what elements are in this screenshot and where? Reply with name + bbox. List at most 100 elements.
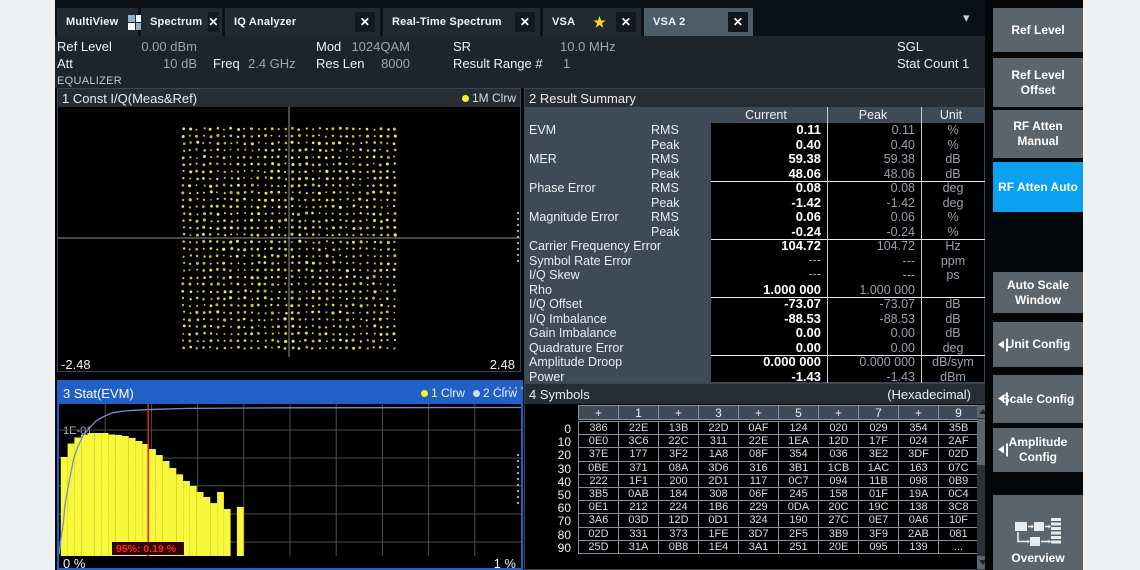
symbol-cell: 3B9 [819, 528, 858, 540]
window4-title: 4 Symbols [529, 387, 590, 402]
close-icon[interactable]: ✕ [208, 12, 218, 32]
ref-level-value[interactable]: 0.00 dBm [125, 39, 197, 54]
tab-vsa-2[interactable]: VSA 2 ✕ [644, 8, 753, 36]
result-range-value[interactable]: 1 [563, 56, 570, 71]
symbol-cell: 095 [859, 541, 898, 553]
col-peak: Peak [831, 108, 915, 122]
trace1-dot-icon [462, 95, 469, 102]
close-icon[interactable]: ✕ [728, 12, 748, 32]
window-symbols[interactable]: 4 Symbols (Hexadecimal) +1+3+5+7+9 01020… [524, 383, 990, 570]
softkey-scale-config[interactable]: Scale Config [993, 375, 1083, 423]
symbol-cell: 3F2 [659, 448, 698, 460]
symbol-cell: 222 [579, 475, 618, 487]
symbol-cell: 190 [779, 514, 818, 526]
symbol-cell: 02D [939, 448, 978, 460]
splitter-handle-vertical[interactable] [515, 208, 521, 266]
softkey-auto-scale-window[interactable]: Auto Scale Window [993, 272, 1083, 313]
symbols-col-header: + [579, 406, 618, 419]
symbol-cell: 08A [659, 462, 698, 474]
splitter-handle-horizontal[interactable] [495, 385, 525, 391]
softkey-label: Scale Config [1002, 392, 1075, 407]
window-stat-evm[interactable]: 3 Stat(EVM) 1 Clrw 2 Clrw 1E-0195%: 0.19… [57, 380, 523, 570]
column-divider [921, 107, 922, 384]
symbol-cell: 0E1 [579, 501, 618, 513]
tab-spectrum[interactable]: Spectrum ✕ [141, 8, 222, 36]
constellation-plot[interactable] [58, 107, 520, 357]
trace1-label: 1M Clrw [472, 91, 516, 105]
symbol-cell: 13B [659, 422, 698, 434]
softkey-ref-level-offset[interactable]: Ref Level Offset [993, 58, 1083, 107]
symbols-col-header: 3 [699, 406, 738, 419]
tab-label: MultiView [66, 16, 118, 28]
symbols-row-index: 30 [525, 462, 571, 476]
symbol-cell: 1FE [699, 528, 738, 540]
tab-iq-analyzer[interactable]: IQ Analyzer ✕ [225, 8, 380, 36]
window-constellation[interactable]: 1 Const I/Q(Meas&Ref) 1M Clrw -2.48 2.48 [57, 88, 521, 372]
symbol-cell: 139 [899, 541, 938, 553]
symbols-col-header: 1 [619, 406, 658, 419]
stat-count: Stat Count 1 [897, 56, 969, 71]
symbol-cell: 371 [619, 462, 658, 474]
window2-title: 2 Result Summary [529, 91, 636, 106]
symbol-cell: 3F9 [859, 528, 898, 540]
symbols-row-index: 10 [525, 435, 571, 449]
symbol-cell: 184 [659, 488, 698, 500]
softkey-unit-config[interactable]: Unit Config [993, 322, 1083, 367]
symbol-cell: 17F [859, 435, 898, 447]
window3-title-bar[interactable]: 3 Stat(EVM) 1 Clrw 2 Clrw [59, 382, 521, 404]
overview-flow-icon [1014, 517, 1062, 551]
mod-value[interactable]: 1024QAM [327, 39, 410, 54]
res-len-value[interactable]: 8000 [327, 56, 410, 71]
softkey-label: Overview [1011, 551, 1064, 566]
symbol-cell: 3D6 [699, 462, 738, 474]
window2-title-bar[interactable]: 2 Result Summary [525, 89, 984, 107]
symbol-cell: 1A8 [699, 448, 738, 460]
evm-histogram-plot[interactable]: 1E-0195%: 0.19 % [59, 404, 521, 556]
freq-label: Freq [213, 56, 240, 71]
symbol-cell: 35B [939, 422, 978, 434]
att-label: Att [57, 56, 73, 71]
tab-multiview[interactable]: MultiView [57, 8, 138, 36]
tab-overflow-arrow-icon[interactable]: ▾ [963, 10, 970, 26]
symbol-cell: 22E [619, 422, 658, 434]
softkey-ref-level[interactable]: Ref Level [993, 8, 1083, 52]
symbols-row-index: 70 [525, 514, 571, 528]
softkey-rf-atten-auto[interactable]: RF Atten Auto [993, 162, 1083, 212]
symbol-cell: 163 [899, 462, 938, 474]
tab-vsa[interactable]: VSA ★ ✕ [543, 8, 641, 36]
symbols-row-index: 0 [525, 422, 571, 436]
symbol-cell: 06F [739, 488, 778, 500]
symbol-cell: 27C [819, 514, 858, 526]
symbol-cell: 0C4 [939, 488, 978, 500]
symbol-cell: 0AB [619, 488, 658, 500]
symbol-cell: 251 [779, 541, 818, 553]
sr-value[interactable]: 10.0 MHz [560, 39, 616, 54]
window-result-summary[interactable]: 2 Result Summary Current Peak Unit EVMRM… [524, 88, 985, 383]
softkey-amplitude-config[interactable]: Amplitude Config [993, 428, 1083, 472]
symbol-cell: 308 [699, 488, 738, 500]
softkey-overview[interactable]: Overview [993, 495, 1083, 570]
x-min-label: -2.48 [61, 357, 91, 372]
close-icon[interactable]: ✕ [515, 12, 535, 32]
tab-realtime-spectrum[interactable]: Real-Time Spectrum ✕ [383, 8, 540, 36]
symbol-cell: 22E [739, 435, 778, 447]
result-summary-header-row: Current Peak Unit [525, 107, 984, 123]
freq-value[interactable]: 2.4 GHz [248, 56, 296, 71]
symbol-cell: 0B9 [939, 475, 978, 487]
channel-info-bar: Ref Level 0.00 dBm Mod 1024QAM SR 10.0 M… [55, 36, 985, 88]
softkey-rf-atten-manual[interactable]: RF Atten Manual [993, 110, 1083, 158]
window4-title-bar[interactable]: 4 Symbols (Hexadecimal) [525, 384, 989, 404]
col-unit: Unit [921, 108, 981, 122]
x-max-label: 1 % [494, 556, 516, 570]
softkey-label: Ref Level [1011, 23, 1064, 38]
splitter-handle-vertical[interactable] [515, 450, 521, 508]
tab-label: Real-Time Spectrum [392, 16, 502, 28]
symbol-cell: 11B [859, 475, 898, 487]
tab-label: Spectrum [150, 16, 202, 28]
window1-title-bar[interactable]: 1 Const I/Q(Meas&Ref) 1M Clrw [58, 89, 520, 107]
att-value[interactable]: 10 dB [125, 56, 197, 71]
symbol-cell: 2AB [899, 528, 938, 540]
close-icon[interactable]: ✕ [355, 12, 375, 32]
symbol-cell: 12D [659, 514, 698, 526]
close-icon[interactable]: ✕ [616, 12, 636, 32]
